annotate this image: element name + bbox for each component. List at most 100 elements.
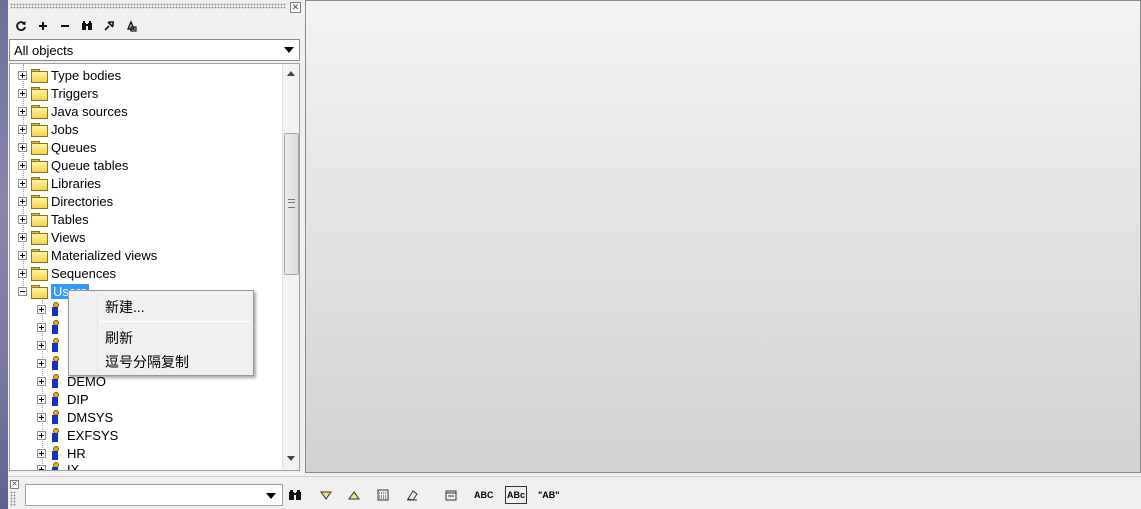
tree-node-label: Sequences: [51, 265, 117, 281]
expand-icon[interactable]: [18, 250, 27, 260]
menu-item-refresh[interactable]: 刷新: [105, 328, 133, 348]
expand-icon[interactable]: [37, 448, 46, 458]
chevron-down-icon[interactable]: [284, 47, 294, 53]
expand-icon[interactable]: [18, 232, 27, 242]
object-browser-toolbar: [12, 17, 140, 37]
tree-node-label: Java sources: [51, 103, 128, 119]
object-browser-panel: ✕ All objects Type bodies Triggers Java …: [8, 0, 301, 473]
case-sensitive-button[interactable]: ABc: [505, 486, 528, 504]
tree-node-jobs[interactable]: Jobs: [18, 120, 78, 138]
folder-icon: [31, 123, 48, 137]
tree-node-user-ix[interactable]: IX: [37, 460, 79, 470]
expand-icon[interactable]: [18, 196, 27, 206]
user-icon: [50, 428, 60, 442]
scrollbar-thumb[interactable]: [284, 133, 299, 275]
refresh-icon[interactable]: [12, 17, 30, 35]
expand-icon[interactable]: [18, 70, 27, 80]
tree-node-label: Queues: [51, 139, 97, 155]
expand-icon[interactable]: [37, 340, 46, 350]
expand-icon[interactable]: [18, 142, 27, 152]
tree-node-label: HR: [67, 445, 86, 461]
expand-icon[interactable]: [18, 160, 27, 170]
panel-close-button[interactable]: ✕: [290, 2, 301, 13]
find-next-icon[interactable]: [319, 486, 333, 504]
binoculars-icon[interactable]: [78, 17, 96, 35]
regex-button[interactable]: "AB": [538, 486, 560, 504]
expand-icon[interactable]: [37, 412, 46, 422]
expand-icon[interactable]: [37, 322, 46, 332]
tree-node-queues[interactable]: Queues: [18, 138, 97, 156]
user-icon: [50, 338, 60, 352]
collapse-icon[interactable]: [18, 286, 27, 296]
expand-icon[interactable]: [37, 304, 46, 314]
folder-icon: [31, 249, 48, 263]
object-tree[interactable]: Type bodies Triggers Java sources Jobs Q…: [9, 63, 300, 471]
tree-node-user[interactable]: [37, 336, 67, 354]
chevron-down-icon[interactable]: [266, 493, 276, 499]
tree-node-sequences[interactable]: Sequences: [18, 264, 116, 282]
menu-item-new[interactable]: 新建...: [105, 297, 145, 317]
expand-icon[interactable]: [18, 214, 27, 224]
tree-node-user[interactable]: [37, 318, 67, 336]
tree-node-label: Jobs: [51, 121, 79, 137]
tree-node-label: Libraries: [51, 175, 101, 191]
tree-node-views[interactable]: Views: [18, 228, 85, 246]
folder-icon: [31, 213, 48, 227]
tree-vertical-scrollbar[interactable]: [282, 64, 299, 470]
expand-icon[interactable]: [37, 376, 46, 386]
expand-icon[interactable]: [37, 464, 46, 470]
options-icon[interactable]: [444, 486, 458, 504]
tree-node-label: Triggers: [51, 85, 99, 101]
user-icon: [50, 446, 60, 460]
tree-node-materialized-views[interactable]: Materialized views: [18, 246, 157, 264]
tree-node-user-dip[interactable]: DIP: [37, 390, 89, 408]
findbar-grip[interactable]: [10, 491, 16, 507]
folder-icon: [31, 177, 48, 191]
expand-icon[interactable]: [18, 124, 27, 134]
menu-separator: [99, 321, 251, 322]
find-combobox[interactable]: [25, 484, 283, 506]
expand-icon[interactable]: [37, 358, 46, 368]
tree-node-label: Views: [51, 229, 86, 245]
menu-item-comma-copy[interactable]: 逗号分隔复制: [105, 352, 189, 372]
app-window-edge: [0, 0, 8, 509]
tree-node-type-bodies[interactable]: Type bodies: [18, 66, 121, 84]
tree-node-user[interactable]: [37, 354, 67, 372]
expand-icon[interactable]: [18, 268, 27, 278]
object-filter-select[interactable]: All objects: [9, 39, 300, 61]
findbar-close-button[interactable]: ✕: [10, 480, 19, 489]
properties-icon[interactable]: [122, 17, 140, 35]
tree-node-tables[interactable]: Tables: [18, 210, 89, 228]
expand-icon[interactable]: [37, 394, 46, 404]
find-toolbar: ✕ ABC ABc "AB": [8, 476, 1141, 509]
tree-node-label: Materialized views: [51, 247, 158, 263]
panel-grip[interactable]: [10, 3, 286, 9]
expand-icon[interactable]: [18, 178, 27, 188]
tree-node-label: Tables: [51, 211, 89, 227]
remove-icon[interactable]: [56, 17, 74, 35]
expand-icon[interactable]: [18, 106, 27, 116]
tree-node-java-sources[interactable]: Java sources: [18, 102, 128, 120]
tree-node-user-exfsys[interactable]: EXFSYS: [37, 426, 118, 444]
find-input[interactable]: [26, 485, 251, 505]
tree-node-user[interactable]: [37, 300, 67, 318]
scroll-down-icon[interactable]: [287, 456, 295, 461]
expand-icon[interactable]: [18, 88, 27, 98]
folder-icon: [31, 69, 48, 83]
binoculars-icon[interactable]: [288, 486, 302, 504]
tree-node-label: DIP: [67, 391, 89, 407]
highlight-all-icon[interactable]: [376, 486, 390, 504]
expand-icon[interactable]: [37, 430, 46, 440]
find-previous-icon[interactable]: [347, 486, 361, 504]
whole-word-button[interactable]: ABC: [474, 486, 494, 504]
folder-icon: [31, 105, 48, 119]
tree-node-queue-tables[interactable]: Queue tables: [18, 156, 128, 174]
eraser-icon[interactable]: [405, 486, 419, 504]
tree-node-user-dmsys[interactable]: DMSYS: [37, 408, 113, 426]
add-icon[interactable]: [34, 17, 52, 35]
tree-node-triggers[interactable]: Triggers: [18, 84, 98, 102]
tree-node-libraries[interactable]: Libraries: [18, 174, 101, 192]
tree-node-directories[interactable]: Directories: [18, 192, 113, 210]
pin-icon[interactable]: [100, 17, 118, 35]
scroll-up-icon[interactable]: [287, 71, 295, 76]
